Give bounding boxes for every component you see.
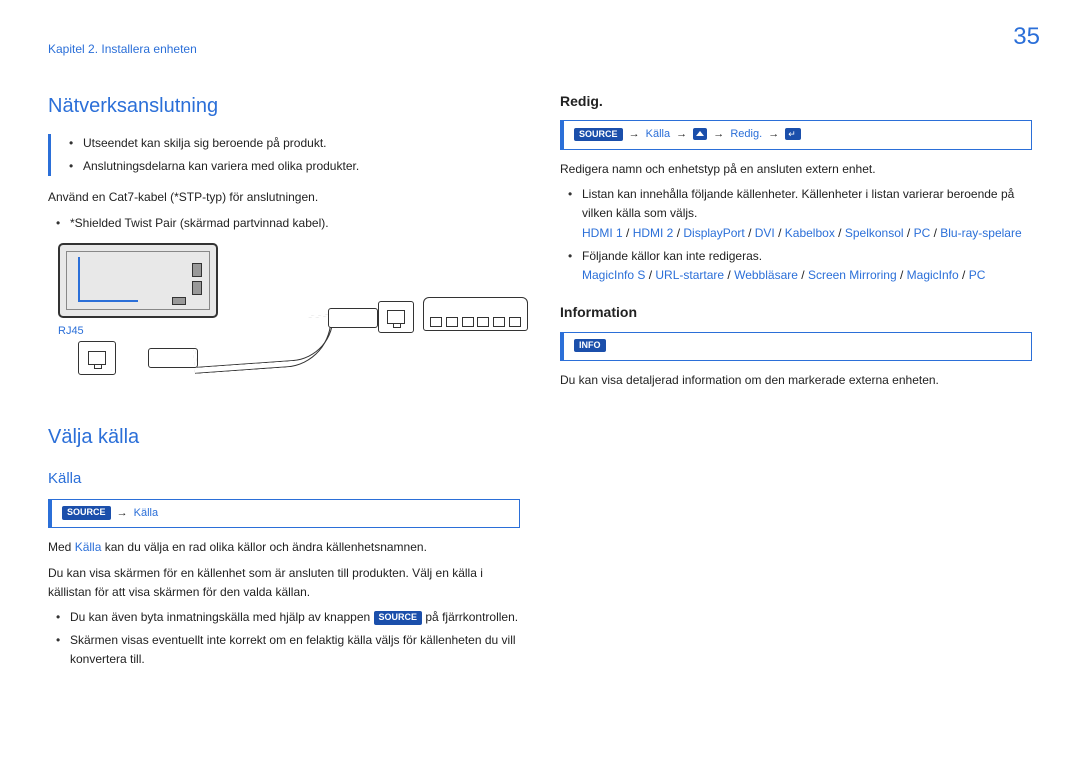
- source-list-editable: HDMI 1 / HDMI 2 / DisplayPort / DVI / Ka…: [582, 224, 1032, 243]
- breadcrumb-source: SOURCE → Källa: [48, 499, 520, 529]
- source-tag-icon: SOURCE: [374, 611, 423, 625]
- breadcrumb-redig: SOURCE → Källa → → Redig. →: [560, 120, 1032, 150]
- arrow-icon: →: [768, 128, 779, 140]
- cable-plug-icon: [328, 308, 378, 328]
- heading-information: Information: [560, 301, 1032, 323]
- breadcrumb-link: Källa: [134, 507, 158, 519]
- heading-select-source: Välja källa: [48, 421, 520, 453]
- inline-link: Källa: [75, 540, 102, 554]
- note-box: Utseendet kan skilja sig beroende på pro…: [48, 134, 520, 176]
- arrow-icon: →: [629, 128, 640, 140]
- heading-network: Nätverksanslutning: [48, 90, 520, 122]
- note-item: Utseendet kan skilja sig beroende på pro…: [69, 134, 520, 153]
- display-device-icon: [58, 243, 218, 318]
- paragraph: Använd en Cat7-kabel (*STP-typ) för ansl…: [48, 188, 520, 207]
- cable-icon: [194, 314, 337, 368]
- separator: /: [724, 268, 734, 282]
- source-option: HDMI 1: [582, 226, 623, 240]
- separator: /: [835, 226, 845, 240]
- info-tag-icon: INFO: [574, 339, 606, 353]
- separator: /: [904, 226, 914, 240]
- separator: /: [930, 226, 940, 240]
- paragraph: Du kan visa skärmen för en källenhet som…: [48, 564, 520, 602]
- separator: /: [959, 268, 969, 282]
- text-span: Listan kan innehålla följande källenhete…: [582, 187, 1014, 220]
- right-column: Redig. SOURCE → Källa → → Redig. → Redig…: [560, 90, 1032, 673]
- rj45-label: RJ45: [58, 323, 84, 341]
- heading-redig: Redig.: [560, 90, 1032, 112]
- source-tag-icon: SOURCE: [62, 506, 111, 520]
- paragraph: Redigera namn och enhetstyp på en anslut…: [560, 160, 1032, 179]
- page-number: 35: [1013, 18, 1040, 56]
- source-tag-icon: SOURCE: [574, 128, 623, 142]
- text-span: Följande källor kan inte redigeras.: [582, 249, 762, 263]
- breadcrumb-link: Redig.: [730, 128, 762, 140]
- source-option: MagicInfo S: [582, 268, 645, 282]
- paragraph: Du kan visa detaljerad information om de…: [560, 371, 1032, 390]
- source-option: URL-startare: [655, 268, 724, 282]
- source-option: HDMI 2: [633, 226, 674, 240]
- separator: /: [745, 226, 755, 240]
- arrow-icon: →: [117, 507, 128, 519]
- separator: /: [775, 226, 785, 240]
- rj45-port-icon: [378, 301, 414, 333]
- paragraph: Med Källa kan du välja en rad olika käll…: [48, 538, 520, 557]
- source-option: PC: [969, 268, 986, 282]
- content-columns: Nätverksanslutning Utseendet kan skilja …: [0, 0, 1080, 673]
- separator: /: [623, 226, 633, 240]
- source-option: Blu-ray-spelare: [940, 226, 1021, 240]
- enter-icon: [785, 128, 801, 140]
- bullet-item: Listan kan innehålla följande källenhete…: [568, 185, 1032, 243]
- breadcrumb-link: Källa: [646, 128, 670, 140]
- text-span: på fjärrkontrollen.: [422, 610, 518, 624]
- heading-kalla: Källa: [48, 467, 520, 491]
- source-option: Kabelbox: [785, 226, 835, 240]
- bullet-item: Följande källor kan inte redigeras. Magi…: [568, 247, 1032, 285]
- up-arrow-icon: [693, 128, 707, 140]
- source-option: PC: [914, 226, 931, 240]
- arrow-icon: →: [676, 128, 687, 140]
- bullet-item: Du kan även byta inmatningskälla med hjä…: [56, 608, 520, 627]
- arrow-icon: →: [713, 128, 724, 140]
- separator: /: [673, 226, 683, 240]
- separator: /: [645, 268, 655, 282]
- text-span: Du kan även byta inmatningskälla med hjä…: [70, 610, 374, 624]
- source-list-noneditable: MagicInfo S / URL-startare / Webbläsare …: [582, 266, 1032, 285]
- bullet-item: *Shielded Twist Pair (skärmad partvinnad…: [56, 214, 520, 233]
- source-option: DVI: [755, 226, 775, 240]
- breadcrumb-info: INFO: [560, 332, 1032, 362]
- source-option: Webbläsare: [734, 268, 798, 282]
- left-column: Nätverksanslutning Utseendet kan skilja …: [48, 90, 520, 673]
- router-icon: [423, 297, 528, 331]
- text-span: kan du välja en rad olika källor och änd…: [101, 540, 427, 554]
- source-option: Spelkonsol: [845, 226, 904, 240]
- source-option: Screen Mirroring: [808, 268, 897, 282]
- source-option: MagicInfo: [907, 268, 959, 282]
- separator: /: [798, 268, 808, 282]
- chapter-heading: Kapitel 2. Installera enheten: [48, 40, 197, 59]
- text-span: Med: [48, 540, 75, 554]
- separator: /: [897, 268, 907, 282]
- rj45-port-icon: [78, 341, 116, 375]
- note-item: Anslutningsdelarna kan variera med olika…: [69, 157, 520, 176]
- bullet-item: Skärmen visas eventuellt inte korrekt om…: [56, 631, 520, 669]
- connection-diagram: RJ45: [48, 243, 520, 403]
- source-option: DisplayPort: [683, 226, 744, 240]
- cable-plug-icon: [148, 348, 198, 368]
